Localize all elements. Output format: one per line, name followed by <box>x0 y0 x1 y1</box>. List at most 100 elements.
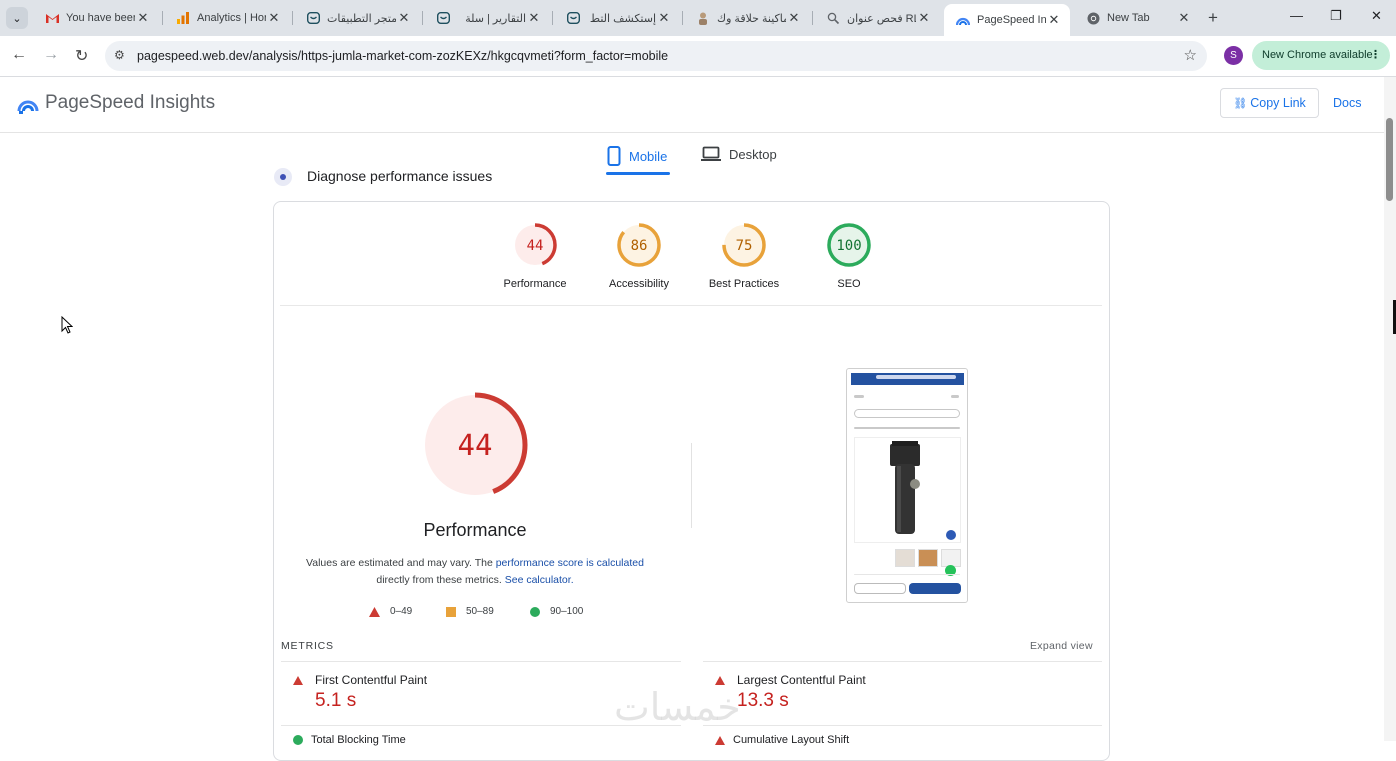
analytics-icon <box>176 11 190 25</box>
category-gauge-seo[interactable]: 100 SEO <box>804 221 894 290</box>
update-label: New Chrome available <box>1262 49 1373 61</box>
chrome-update-button[interactable]: New Chrome available ⋮ <box>1252 41 1390 70</box>
browser-tab[interactable]: Analytics | Hor ✕ <box>164 4 290 32</box>
tab-mobile[interactable]: Mobile <box>607 146 667 166</box>
close-icon[interactable]: ✕ <box>916 10 932 26</box>
salla-icon <box>566 11 580 25</box>
divider <box>281 661 681 662</box>
metrics-heading: METRICS <box>281 640 334 652</box>
category-gauge-best-practices[interactable]: 75 Best Practices <box>699 221 789 290</box>
restore-icon[interactable]: ❐ <box>1330 8 1342 24</box>
mouse-cursor-icon <box>61 316 73 334</box>
legend-range: 0–49 <box>390 606 413 617</box>
screenshot-text-line <box>854 427 960 429</box>
score-calculated-link[interactable]: performance score is calculated <box>496 557 644 569</box>
browser-tab[interactable]: ماكينة حلاقة وك ✕ <box>684 4 810 32</box>
tab-title: التقارير | سلة <box>465 12 526 25</box>
active-tab-indicator <box>606 172 670 175</box>
browser-tab[interactable]: متجر التطبيقات ✕ <box>294 4 420 32</box>
square-icon <box>446 606 456 617</box>
copy-link-button[interactable]: ⛓ Copy Link <box>1220 88 1319 118</box>
docs-link[interactable]: Docs <box>1333 96 1361 110</box>
legend-fail: 0–49 <box>369 606 412 617</box>
close-window-icon[interactable]: ✕ <box>1371 8 1382 24</box>
see-calculator-link[interactable]: See calculator. <box>505 574 574 586</box>
score-value: 86 <box>631 238 648 254</box>
tab-title: متجر التطبيقات <box>327 12 396 25</box>
fail-triangle-icon <box>715 735 725 745</box>
browser-tab[interactable]: إستكشف التط ✕ <box>554 4 680 32</box>
scrollbar-thumb[interactable] <box>1386 118 1393 201</box>
close-icon[interactable]: ✕ <box>786 10 802 26</box>
psi-header: PageSpeed Insights ⛓ Copy Link Docs <box>0 77 1384 133</box>
expand-view-toggle[interactable]: Expand view <box>1030 640 1093 652</box>
smartphone-icon <box>607 146 621 166</box>
screenshot-divider <box>854 574 960 575</box>
legend-range: 90–100 <box>550 606 584 617</box>
link-icon: ⛓ <box>1233 98 1251 110</box>
pagespeed-icon <box>956 13 970 27</box>
note-text: directly from these metrics. <box>376 574 505 586</box>
page-screenshot-thumbnail[interactable] <box>846 368 968 603</box>
fail-triangle-icon <box>293 676 303 685</box>
score-value: 100 <box>836 238 861 254</box>
screenshot-text-line <box>854 395 864 398</box>
salla-icon <box>436 11 450 25</box>
screenshot-product-image <box>854 437 961 543</box>
pass-circle-icon <box>293 735 303 746</box>
metric-total-blocking-time: Total Blocking Time <box>293 734 406 746</box>
browser-tab[interactable]: New Tab ✕ <box>1074 4 1200 32</box>
browser-tab[interactable]: التقارير | سلة ✕ <box>424 4 550 32</box>
fail-triangle-icon <box>715 676 725 685</box>
browser-tab[interactable]: فحص عنوان RL ✕ <box>814 4 940 32</box>
close-icon[interactable]: ✕ <box>396 10 412 26</box>
close-icon[interactable]: ✕ <box>1176 10 1192 26</box>
address-bar[interactable]: ⚙ pagespeed.web.dev/analysis/https-jumla… <box>105 41 1207 71</box>
tab-separator <box>422 11 423 25</box>
browser-tab[interactable]: You have been ✕ <box>33 4 159 32</box>
browser-tab-active[interactable]: PageSpeed Ins ✕ <box>944 4 1070 36</box>
site-info-icon[interactable]: ⚙ <box>114 48 125 62</box>
tab-title: إستكشف التط <box>589 12 656 25</box>
back-arrow-icon[interactable]: ← <box>11 46 27 64</box>
performance-note: Values are estimated and may vary. The p… <box>290 555 660 589</box>
url-text[interactable]: pagespeed.web.dev/analysis/https-jumla-m… <box>137 49 668 63</box>
close-icon[interactable]: ✕ <box>135 10 151 26</box>
score-gauge: 75 <box>722 223 766 267</box>
close-icon[interactable]: ✕ <box>656 10 672 26</box>
score-value: 75 <box>736 238 753 254</box>
divider <box>703 661 1102 662</box>
forward-arrow-icon[interactable]: → <box>43 46 59 64</box>
vertical-divider <box>691 443 692 528</box>
circle-icon <box>530 606 540 617</box>
profile-avatar[interactable]: S <box>1224 46 1243 65</box>
minimize-icon[interactable]: — <box>1290 8 1303 23</box>
diagnose-label: Diagnose performance issues <box>307 168 493 184</box>
tab-separator <box>552 11 553 25</box>
tab-desktop[interactable]: Desktop <box>701 146 777 162</box>
tab-search-chevron-icon[interactable]: ⌄ <box>6 7 28 29</box>
tab-separator <box>812 11 813 25</box>
more-menu-icon[interactable]: ⋮ <box>1370 41 1381 70</box>
category-label: Best Practices <box>708 278 780 290</box>
metric-value: 5.1 s <box>315 690 357 711</box>
new-tab-plus-icon[interactable]: + <box>1208 8 1218 28</box>
close-icon[interactable]: ✕ <box>1046 12 1062 28</box>
tab-title: You have been <box>66 12 135 24</box>
score-gauge: 100 <box>827 223 871 267</box>
close-icon[interactable]: ✕ <box>526 10 542 26</box>
chrome-icon <box>1086 11 1100 25</box>
category-label: Accessibility <box>609 278 669 290</box>
screenshot-primary-button <box>909 583 961 594</box>
category-gauge-performance[interactable]: 44 Performance <box>490 221 580 290</box>
tab-separator <box>162 11 163 25</box>
tab-title: Analytics | Hor <box>197 12 266 24</box>
bookmark-star-icon[interactable]: ☆ <box>1184 46 1197 64</box>
divider <box>280 305 1102 306</box>
category-label: Performance <box>503 278 567 290</box>
reload-icon[interactable]: ↻ <box>75 46 88 66</box>
copy-link-label: Copy Link <box>1250 96 1306 110</box>
close-icon[interactable]: ✕ <box>266 10 282 26</box>
category-gauge-accessibility[interactable]: 86 Accessibility <box>594 221 684 290</box>
tab-title: PageSpeed Ins <box>977 14 1046 26</box>
